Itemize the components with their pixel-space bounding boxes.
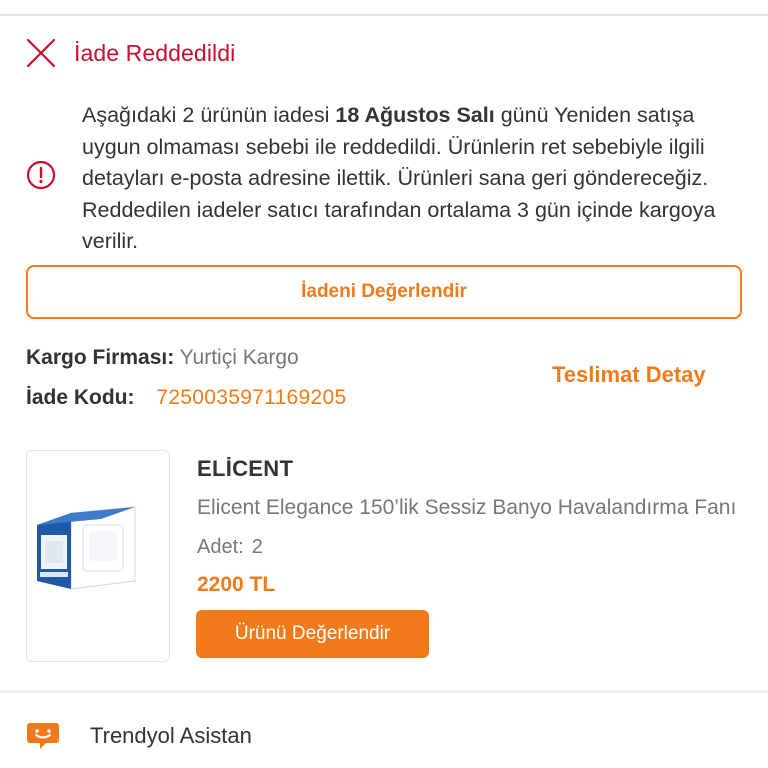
return-date: 18 Ağustos Salı — [335, 103, 495, 127]
info-message: Aşağıdaki 2 ürünün iadesi 18 Ağustos Sal… — [82, 100, 746, 258]
return-code-label: İade Kodu: — [26, 386, 135, 409]
quantity-row: Adet: 2 — [197, 533, 263, 561]
product-price: 2200 TL — [197, 573, 276, 596]
return-code-value: 7250035971169205 — [156, 386, 347, 409]
chat-bubble-icon — [27, 723, 59, 749]
close-icon — [26, 38, 56, 68]
product-name[interactable]: Elicent Elegance 150’lik Sessiz Banyo Ha… — [197, 494, 742, 522]
return-code-row: İade Kodu: 7250035971169205 — [26, 384, 346, 412]
quantity-label: Adet: — [197, 536, 244, 558]
quantity-value: 2 — [251, 536, 263, 558]
product-brand: ELİCENT — [197, 456, 294, 481]
top-divider — [0, 14, 768, 16]
product-image[interactable] — [26, 450, 170, 662]
status-title: İade Reddedildi — [74, 39, 236, 66]
assistant-label: Trendyol Asistan — [90, 723, 252, 748]
product-box-image — [37, 506, 136, 590]
assistant-row[interactable]: Trendyol Asistan — [26, 718, 252, 754]
info-text-part1: Aşağıdaki 2 ürünün iadesi — [82, 103, 336, 127]
review-return-button[interactable]: İadeni Değerlendir — [26, 265, 742, 319]
status-header: İade Reddedildi — [26, 36, 235, 70]
review-product-button[interactable]: Ürünü Değerlendir — [196, 610, 429, 658]
cargo-company-value: Yurtiçi Kargo — [179, 346, 299, 369]
cargo-company-row: Kargo Firması: Yurtiçi Kargo — [26, 344, 299, 372]
delivery-detail-link[interactable]: Teslimat Detay — [552, 360, 706, 390]
bottom-divider — [0, 690, 768, 693]
info-icon — [26, 160, 56, 190]
cargo-company-label: Kargo Firması: — [26, 346, 175, 369]
